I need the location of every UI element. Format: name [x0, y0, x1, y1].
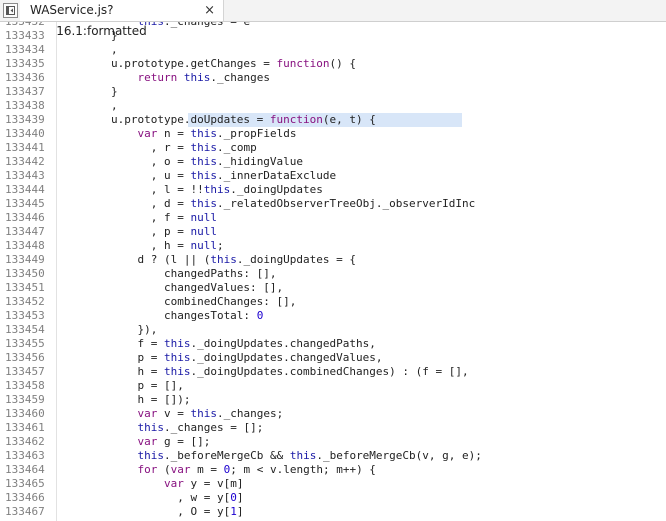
code-line: var n = this._propFields: [137, 127, 297, 140]
line-number[interactable]: 133446: [5, 211, 45, 225]
line-number[interactable]: 133451: [5, 281, 45, 295]
code-line: , l = !!this._doingUpdates: [58, 183, 323, 196]
code-line: h = []);: [58, 393, 191, 406]
line-number[interactable]: 133450: [5, 267, 45, 281]
code-line: combinedChanges: [],: [58, 295, 297, 308]
line-number[interactable]: 133455: [5, 337, 45, 351]
line-number[interactable]: 133444: [5, 183, 45, 197]
line-number[interactable]: 133463: [5, 449, 45, 463]
code-line: }),: [58, 323, 158, 336]
code-line: , d = this._relatedObserverTreeObj._obse…: [58, 197, 476, 210]
code-line: changedPaths: [],: [58, 267, 277, 280]
line-number[interactable]: 133435: [5, 57, 45, 71]
code-line: changedValues: [],: [58, 281, 284, 294]
line-number[interactable]: 133465: [5, 477, 45, 491]
code-line: var v = this._changes;: [137, 407, 284, 420]
code-line: changesTotal: 0: [58, 309, 264, 322]
line-number[interactable]: 133447: [5, 225, 45, 239]
code-line: , r = this._comp: [58, 141, 257, 154]
code-line: }: [58, 85, 118, 98]
code-line: return this._changes: [137, 71, 270, 84]
line-number[interactable]: 133460: [5, 407, 45, 421]
line-number[interactable]: 133452: [5, 295, 45, 309]
line-number[interactable]: 133461: [5, 421, 45, 435]
code-line: }: [58, 29, 118, 42]
line-number[interactable]: 133438: [5, 99, 45, 113]
line-number[interactable]: 133436: [5, 71, 45, 85]
code-line: , p = null: [58, 225, 217, 238]
line-number[interactable]: 133449: [5, 253, 45, 267]
code-line: , w = y[0]: [58, 491, 244, 504]
toggle-navigator-button[interactable]: [3, 3, 18, 18]
close-icon[interactable]: ×: [204, 0, 215, 21]
line-number[interactable]: 133442: [5, 155, 45, 169]
line-number[interactable]: 133439: [5, 113, 45, 127]
line-number[interactable]: 133459: [5, 393, 45, 407]
line-number[interactable]: 133448: [5, 239, 45, 253]
line-number[interactable]: 133454: [5, 323, 45, 337]
line-number[interactable]: 133443: [5, 169, 45, 183]
tab-bar: WAService.js?t=...16.1:formatted ×: [0, 0, 666, 38]
code-line: d ? (l || (this._doingUpdates = {: [58, 253, 357, 266]
code-line: this._changes = e: [58, 22, 250, 29]
line-number[interactable]: 133445: [5, 197, 45, 211]
line-number[interactable]: 133462: [5, 435, 45, 449]
line-number[interactable]: 133432: [5, 22, 45, 29]
code-line: u.prototype.doUpdates = function(e, t) {: [58, 113, 376, 126]
code-line: this._changes = [];: [137, 421, 264, 434]
code-line: p = this._doingUpdates.changedValues,: [58, 351, 383, 364]
line-number[interactable]: 133437: [5, 85, 45, 99]
line-number[interactable]: 133434: [5, 43, 45, 57]
line-number[interactable]: 133433: [5, 29, 45, 43]
line-number[interactable]: 133440: [5, 127, 45, 141]
code-line: , h = null;: [58, 239, 224, 252]
tab-waservice-formatted[interactable]: WAService.js?t=...16.1:formatted ×: [20, 0, 224, 38]
line-number[interactable]: 133464: [5, 463, 45, 477]
sidebar-toggle-icon: [6, 6, 15, 15]
line-number[interactable]: 133458: [5, 379, 45, 393]
code-line: ,: [58, 99, 118, 112]
line-number[interactable]: 133457: [5, 365, 45, 379]
line-number[interactable]: 133441: [5, 141, 45, 155]
code-line: p = [],: [58, 379, 184, 392]
code-line: u.prototype.getChanges = function() {: [58, 57, 357, 70]
code-line: , o = this._hidingValue: [58, 155, 304, 168]
code-line: ,: [58, 43, 118, 56]
line-number[interactable]: 133453: [5, 309, 45, 323]
code-line: h = this._doingUpdates.combinedChanges) …: [58, 365, 469, 378]
line-number[interactable]: 133466: [5, 491, 45, 505]
code-editor[interactable]: 1334321334331334341334351334361334371334…: [0, 22, 666, 521]
code-line: f = this._doingUpdates.changedPaths,: [58, 337, 376, 350]
code-line: for (var m = 0; m < v.length; m++) {: [137, 463, 376, 476]
line-number[interactable]: 133456: [5, 351, 45, 365]
code-line: , O = y[1]: [58, 505, 244, 518]
code-line: var g = [];: [137, 435, 211, 448]
line-number[interactable]: 133467: [5, 505, 45, 519]
code-line: , u = this._innerDataExclude: [58, 169, 337, 182]
line-number-gutter[interactable]: 1334321334331334341334351334361334371334…: [0, 22, 57, 521]
code-line: this._beforeMergeCb && this._beforeMerge…: [137, 449, 482, 462]
code-line: , f = null: [58, 211, 217, 224]
code-line: var y = v[m]: [163, 477, 244, 490]
